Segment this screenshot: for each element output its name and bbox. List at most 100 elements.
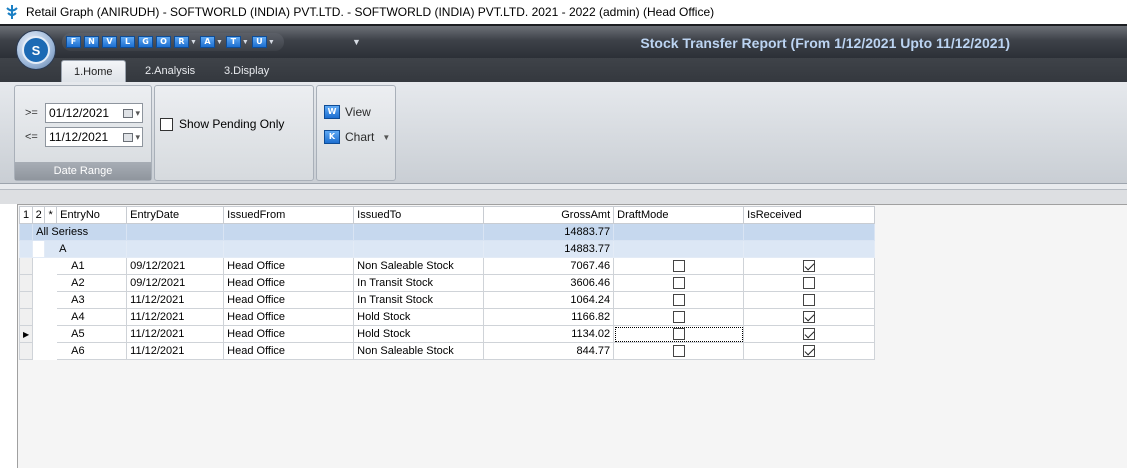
group-level-all-button[interactable]: * — [44, 206, 58, 224]
calendar-dropdown-icon[interactable]: ▾ — [122, 132, 142, 143]
tab-analysis[interactable]: 2.Analysis — [133, 60, 207, 82]
cell-isreceived[interactable] — [743, 308, 876, 326]
cell-entryno[interactable]: A1 — [56, 257, 128, 275]
cell-isreceived[interactable] — [743, 257, 876, 275]
checkbox-icon[interactable] — [672, 277, 685, 290]
view-button[interactable]: W View — [324, 105, 371, 119]
qat-g-button[interactable]: G — [138, 36, 153, 48]
cell-entrydate[interactable]: 11/12/2021 — [126, 291, 225, 309]
qat-t-button[interactable]: T ▼ — [225, 36, 249, 48]
cell-entrydate[interactable]: 11/12/2021 — [126, 325, 225, 343]
cell-issuedfrom[interactable]: Head Office — [223, 308, 355, 326]
table-row[interactable]: A6 11/12/2021 Head Office Non Saleable Stoc… — [18, 342, 876, 360]
cell-grossamt[interactable]: 1064.24 — [483, 291, 615, 309]
checkbox-icon[interactable] — [803, 345, 816, 358]
cell-isreceived[interactable] — [743, 342, 876, 360]
cell-entryno[interactable]: A2 — [56, 274, 128, 292]
cell-entrydate[interactable]: 11/12/2021 — [126, 308, 225, 326]
cell-issuedfrom[interactable]: Head Office — [223, 291, 355, 309]
cell-draftmode[interactable] — [613, 257, 745, 275]
cell-draftmode[interactable] — [613, 325, 745, 343]
qat-o-button[interactable]: O — [156, 36, 171, 48]
cell-grossamt[interactable]: 1166.82 — [483, 308, 615, 326]
cell-draftmode[interactable] — [613, 342, 745, 360]
cell-entrydate[interactable]: 09/12/2021 — [126, 274, 225, 292]
cell-grossamt[interactable]: 7067.46 — [483, 257, 615, 275]
from-date-picker[interactable]: 01/12/2021 ▾ — [45, 103, 143, 123]
group-row-series-a[interactable]: A 14883.77 — [18, 240, 876, 258]
checkbox-icon[interactable] — [803, 277, 816, 290]
cell-issuedfrom[interactable]: Head Office — [223, 257, 355, 275]
group-level-2-button[interactable]: 2 — [32, 206, 46, 224]
cell-issuedto[interactable]: In Transit Stock — [353, 291, 485, 309]
cell-grossamt[interactable]: 1134.02 — [483, 325, 615, 343]
qat-a-button[interactable]: A ▼ — [199, 36, 223, 48]
qat-r-button[interactable]: R ▼ — [174, 36, 197, 48]
cell-grossamt[interactable]: 3606.46 — [483, 274, 615, 292]
table-row[interactable]: A4 11/12/2021 Head Office Hold Stock 1166.82 — [18, 308, 876, 326]
column-header-draftmode[interactable]: DraftMode — [613, 206, 745, 224]
table-row[interactable]: ▶ A5 11/12/2021 Head Office Hold Stock 1134.0… — [18, 325, 876, 343]
cell-entrydate[interactable]: 11/12/2021 — [126, 342, 225, 360]
cell-entryno[interactable]: A3 — [56, 291, 128, 309]
application-menu-button[interactable]: S — [16, 30, 56, 70]
qat-n-button[interactable]: N — [84, 36, 99, 48]
cell-issuedto[interactable]: Hold Stock — [353, 308, 485, 326]
cell-grossamt[interactable]: 844.77 — [483, 342, 615, 360]
cell-entryno[interactable]: A6 — [56, 342, 128, 360]
cell-entrydate[interactable]: 09/12/2021 — [126, 257, 225, 275]
column-header-isreceived[interactable]: IsReceived — [743, 206, 876, 224]
checkbox-icon[interactable] — [803, 328, 816, 341]
column-header-entrydate[interactable]: EntryDate — [126, 206, 225, 224]
tab-display[interactable]: 3.Display — [212, 60, 281, 82]
cell-isreceived[interactable] — [743, 274, 876, 292]
tab-home[interactable]: 1.Home — [61, 60, 126, 82]
show-pending-checkbox[interactable]: Show Pending Only — [160, 117, 284, 131]
checkbox-icon[interactable] — [160, 117, 173, 131]
chart-button[interactable]: K Chart ▼ — [324, 130, 390, 144]
cell-isreceived[interactable] — [743, 291, 876, 309]
cell-entryno[interactable]: A5 — [56, 325, 128, 343]
checkbox-icon[interactable] — [672, 345, 685, 358]
customize-toolbar-icon[interactable]: ▼ — [352, 37, 361, 47]
checkbox-icon[interactable] — [672, 294, 685, 307]
cell-issuedfrom[interactable]: Head Office — [223, 325, 355, 343]
table-row[interactable]: A3 11/12/2021 Head Office In Transit Stock 1… — [18, 291, 876, 309]
column-header-issuedto[interactable]: IssuedTo — [353, 206, 485, 224]
group-level-1-button[interactable]: 1 — [18, 206, 34, 224]
column-header-entryno[interactable]: EntryNo — [56, 206, 128, 224]
calendar-dropdown-icon[interactable]: ▾ — [122, 108, 142, 119]
chevron-down-icon[interactable]: ▼ — [190, 39, 197, 46]
chevron-down-icon[interactable]: ▼ — [242, 39, 249, 46]
cell-issuedto[interactable]: Non Saleable Stock — [353, 342, 485, 360]
checkbox-icon[interactable] — [672, 260, 685, 273]
chevron-down-icon[interactable]: ▼ — [216, 39, 223, 46]
chevron-down-icon[interactable]: ▼ — [382, 133, 390, 142]
cell-issuedto[interactable]: Non Saleable Stock — [353, 257, 485, 275]
checkbox-icon[interactable] — [803, 311, 816, 324]
cell-issuedto[interactable]: In Transit Stock — [353, 274, 485, 292]
cell-draftmode[interactable] — [613, 308, 745, 326]
to-date-picker[interactable]: 11/12/2021 ▾ — [45, 127, 143, 147]
group-row-all-series[interactable]: All Seriess 14883.77 — [18, 223, 876, 241]
chevron-down-icon[interactable]: ▼ — [268, 39, 275, 46]
cell-isreceived[interactable] — [743, 325, 876, 343]
checkbox-icon[interactable] — [672, 328, 685, 341]
checkbox-icon[interactable] — [672, 311, 685, 324]
column-header-grossamt[interactable]: GrossAmt — [483, 206, 615, 224]
cell-issuedfrom[interactable]: Head Office — [223, 274, 355, 292]
qat-l-button[interactable]: L — [120, 36, 135, 48]
table-row[interactable]: A1 09/12/2021 Head Office Non Saleable Stoc… — [18, 257, 876, 275]
cell-draftmode[interactable] — [613, 291, 745, 309]
qat-f-button[interactable]: F — [66, 36, 81, 48]
table-row[interactable]: A2 09/12/2021 Head Office In Transit Stock 3… — [18, 274, 876, 292]
qat-u-button[interactable]: U ▼ — [251, 36, 275, 48]
checkbox-icon[interactable] — [803, 294, 816, 307]
column-header-issuedfrom[interactable]: IssuedFrom — [223, 206, 355, 224]
checkbox-icon[interactable] — [803, 260, 816, 273]
cell-draftmode[interactable] — [613, 274, 745, 292]
cell-issuedto[interactable]: Hold Stock — [353, 325, 485, 343]
cell-entryno[interactable]: A4 — [56, 308, 128, 326]
qat-v-button[interactable]: V — [102, 36, 117, 48]
cell-issuedfrom[interactable]: Head Office — [223, 342, 355, 360]
